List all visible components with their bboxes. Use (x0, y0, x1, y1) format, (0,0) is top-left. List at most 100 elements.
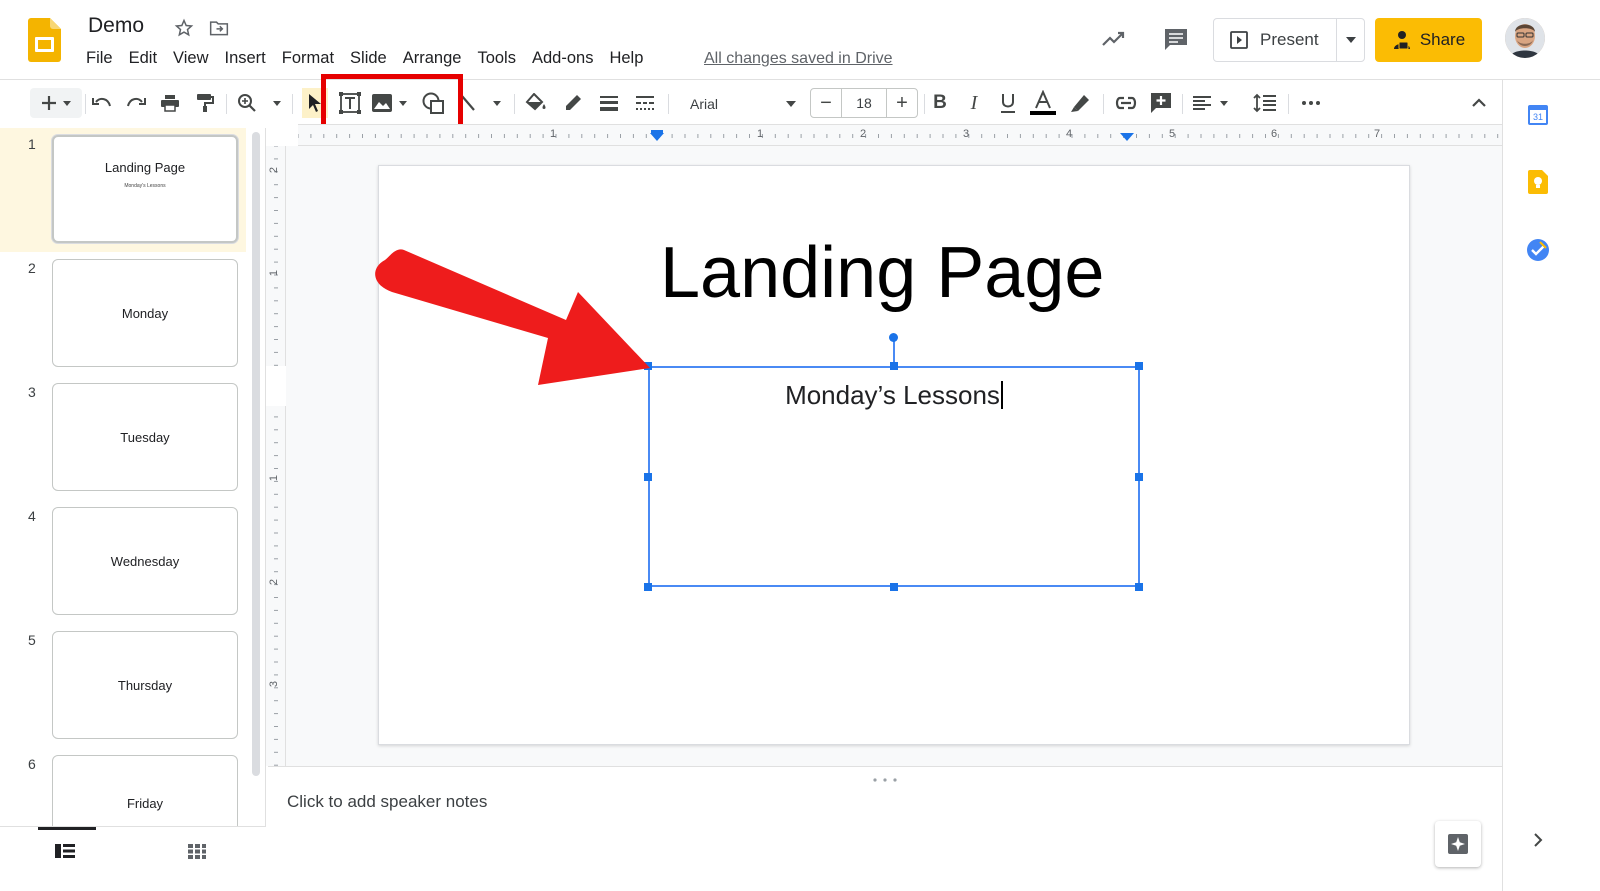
slide-preview: Tuesday (52, 383, 238, 491)
resize-handle-bottom-left[interactable] (644, 583, 652, 591)
collapse-toolbar-icon[interactable] (1466, 88, 1492, 118)
ruler-label: 2 (860, 128, 867, 140)
move-folder-icon[interactable] (207, 16, 231, 40)
avatar[interactable] (1505, 18, 1545, 58)
explore-button[interactable] (1435, 821, 1481, 867)
vertical-ruler[interactable]: 2 1 1 2 3 (266, 145, 286, 766)
font-family-select[interactable]: Arial (680, 92, 802, 116)
ruler-label: 3 (268, 680, 281, 688)
slide-thumbnail-1[interactable]: 1 Landing Page Monday's Lessons (0, 128, 246, 252)
increase-font-size-button[interactable]: + (887, 92, 917, 115)
activity-trend-icon[interactable] (1099, 24, 1129, 54)
menu-tools[interactable]: Tools (477, 49, 524, 68)
slide-preview: Friday (52, 755, 238, 826)
speaker-notes-panel[interactable]: Click to add speaker notes (268, 766, 1502, 891)
grid-view-icon[interactable] (187, 843, 207, 859)
resize-handle-bottom-right[interactable] (1135, 583, 1143, 591)
font-size-input[interactable]: 18 (841, 89, 887, 117)
decrease-font-size-button[interactable]: − (811, 92, 841, 115)
slide-thumb-subtitle: Monday's Lessons (124, 182, 166, 189)
toolbar-divider (1288, 94, 1289, 114)
tasks-icon[interactable] (1525, 237, 1551, 263)
text-color-icon[interactable] (1030, 88, 1056, 118)
menu-add-ons[interactable]: Add-ons (532, 49, 601, 68)
slide-thumbnail-4[interactable]: 4 Wednesday (0, 500, 246, 624)
border-dash-icon[interactable] (632, 88, 658, 118)
header: Demo File Edit View Insert Format Slide … (0, 0, 1600, 80)
keep-icon[interactable] (1525, 169, 1551, 195)
plus-icon (42, 96, 71, 110)
border-color-icon[interactable] (560, 88, 586, 118)
notes-resize-handle[interactable] (872, 769, 898, 782)
resize-handle-left[interactable] (644, 473, 652, 481)
explore-sparkle-icon (1448, 834, 1468, 854)
highlight-color-icon[interactable] (1067, 88, 1093, 118)
slide-thumbnail-6[interactable]: 6 Friday (0, 748, 246, 826)
slide-thumbnail-3[interactable]: 3 Tuesday (0, 376, 246, 500)
calendar-icon[interactable]: 31 (1525, 102, 1551, 128)
slides-logo-icon[interactable] (28, 18, 61, 62)
ruler-label: 5 (1169, 128, 1176, 140)
document-title[interactable]: Demo (88, 14, 144, 38)
slide-thumbnail-2[interactable]: 2 Monday (0, 252, 246, 376)
resize-handle-top-left[interactable] (644, 362, 652, 370)
toolbar-divider (924, 94, 925, 114)
present-dropdown-button[interactable] (1337, 19, 1364, 61)
fill-color-icon[interactable] (523, 88, 549, 118)
undo-icon[interactable] (90, 88, 114, 118)
resize-handle-bottom[interactable] (890, 583, 898, 591)
toolbar-divider (292, 94, 293, 114)
rotate-handle[interactable] (889, 333, 898, 342)
border-weight-icon[interactable] (596, 88, 622, 118)
filmstrip-view-icon[interactable] (54, 843, 76, 859)
line-tool-icon[interactable] (458, 88, 506, 118)
slide-title-text[interactable]: Landing Page (660, 232, 1104, 314)
save-status-link[interactable]: All changes saved in Drive (704, 50, 893, 68)
font-family-value: Arial (690, 96, 719, 112)
zoom-icon (238, 94, 281, 112)
insert-link-icon[interactable] (1112, 88, 1140, 118)
new-slide-button[interactable] (30, 88, 82, 118)
ruler-label: 1 (268, 474, 281, 482)
text-box-content[interactable]: Monday’s Lessons (650, 380, 1138, 411)
present-play-icon (1230, 31, 1248, 49)
redo-icon[interactable] (124, 88, 148, 118)
menu-insert[interactable]: Insert (225, 49, 274, 68)
bold-icon[interactable]: B (928, 88, 952, 118)
menu-file[interactable]: File (86, 49, 121, 68)
speaker-notes-placeholder[interactable]: Click to add speaker notes (287, 792, 487, 812)
add-comment-icon[interactable] (1148, 88, 1174, 118)
paint-format-icon[interactable] (193, 88, 217, 118)
slide-thumbnail-5[interactable]: 5 Thursday (0, 624, 246, 748)
toolbar-divider (668, 94, 669, 114)
toolbar: Arial − 18 + B I (0, 84, 1502, 122)
ruler-label: 2 (268, 166, 281, 174)
star-icon[interactable] (172, 16, 196, 40)
comment-icon[interactable] (1161, 24, 1191, 54)
underline-icon[interactable] (996, 88, 1020, 118)
print-icon[interactable] (158, 88, 182, 118)
filmstrip-scrollbar[interactable] (252, 132, 260, 776)
resize-handle-top-right[interactable] (1135, 362, 1143, 370)
selected-text-box[interactable]: Monday’s Lessons (648, 366, 1140, 587)
slide-thumb-title: Tuesday (120, 429, 170, 445)
share-button[interactable]: Share (1375, 18, 1482, 62)
menu-view[interactable]: View (173, 49, 216, 68)
menu-help[interactable]: Help (609, 49, 651, 68)
line-spacing-icon[interactable] (1251, 88, 1279, 118)
horizontal-ruler[interactable]: 1 1 2 3 4 5 6 7 (297, 124, 1502, 146)
resize-handle-top[interactable] (890, 362, 898, 370)
more-options-icon[interactable] (1298, 88, 1324, 118)
zoom-button[interactable] (236, 88, 284, 118)
filmstrip-footer (0, 826, 266, 891)
present-button[interactable]: Present (1214, 19, 1338, 61)
slide-thumb-title: Friday (126, 796, 164, 811)
align-icon[interactable] (1190, 88, 1234, 118)
menu-edit[interactable]: Edit (129, 49, 165, 68)
resize-handle-right[interactable] (1135, 473, 1143, 481)
italic-icon[interactable]: I (962, 88, 986, 118)
menu-format[interactable]: Format (282, 49, 342, 68)
chevron-right-icon[interactable] (1525, 827, 1551, 853)
menu-slide[interactable]: Slide (350, 49, 395, 68)
menu-arrange[interactable]: Arrange (403, 49, 470, 68)
